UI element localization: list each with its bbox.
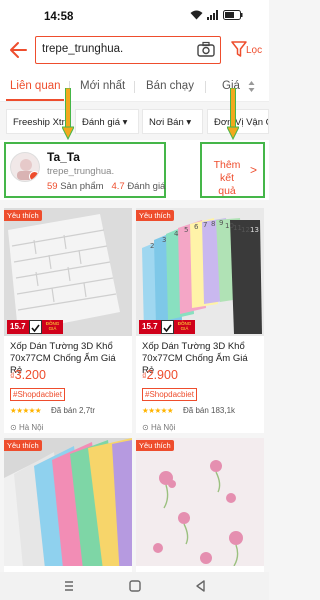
- swatch-number: 5: [184, 226, 188, 234]
- product-card[interactable]: Yêu thích 15.7 ĐỒNG GIÁ Xốp Dán Tường 3D…: [4, 208, 132, 433]
- tab-lien-quan[interactable]: Liên quan: [10, 80, 61, 92]
- verified-badge-icon: [29, 171, 39, 181]
- product-image: [4, 438, 132, 566]
- shop-name: Ta_Ta: [47, 150, 80, 164]
- tab-ban-chay[interactable]: Bán chạy: [146, 80, 194, 92]
- back-arrow-icon[interactable]: [8, 39, 30, 61]
- product-price: ₫2.900: [142, 368, 178, 382]
- sort-arrows-icon: [248, 81, 255, 92]
- wifi-icon: [190, 10, 203, 20]
- location-text: Hà Nội: [18, 423, 44, 432]
- product-card[interactable]: Yêu thích: [4, 438, 132, 574]
- favorite-badge: Yêu thích: [136, 440, 174, 451]
- sold-count: Đã bán 2,7tr: [51, 406, 96, 415]
- sold-count: Đã bán 183,1k: [183, 406, 236, 415]
- price-value: 3.200: [14, 368, 46, 382]
- chip-label: Đơn Vị Vận Chuyển: [214, 117, 268, 128]
- chip-label: Đánh giá: [82, 117, 121, 128]
- search-input[interactable]: trepe_trunghua.: [35, 36, 221, 64]
- camera-icon[interactable]: [197, 41, 215, 58]
- promo-badge: 15.7 ĐỒNG GIÁ: [7, 320, 63, 334]
- location-text: Hà Nội: [150, 423, 176, 432]
- shop-tag: #Shopdacbiet: [10, 388, 65, 401]
- more-results-label: Thêm kết quả: [213, 159, 241, 197]
- back-nav-icon[interactable]: [194, 579, 208, 593]
- location-pin-icon: ⊙: [142, 423, 149, 432]
- status-bar: 14:58: [0, 0, 269, 32]
- shop-rating: 4.7: [111, 181, 125, 192]
- product-grid: Yêu thích 15.7 ĐỒNG GIÁ Xốp Dán Tường 3D…: [0, 204, 269, 574]
- product-location: ⊙ Hà Nội: [142, 423, 175, 432]
- colorful-foam-image: [4, 438, 132, 566]
- swatch-number: 9: [219, 219, 223, 227]
- chip-danh-gia[interactable]: Đánh giá ▾: [75, 109, 139, 134]
- swatch-number: 7: [203, 221, 207, 229]
- promo-text: ĐỒNG GIÁ: [174, 320, 195, 334]
- rating-stars: ★★★★★: [142, 406, 174, 415]
- tab-moi-nhat[interactable]: Mới nhất: [80, 80, 125, 92]
- promo-text: ĐỒNG GIÁ: [42, 320, 63, 334]
- swatch-number: 12: [241, 226, 250, 234]
- swatch-number: 13: [250, 226, 259, 234]
- favorite-badge: Yêu thích: [4, 210, 42, 221]
- status-time: 14:58: [44, 11, 74, 23]
- funnel-icon: [231, 41, 247, 57]
- shop-avatar: [10, 152, 40, 182]
- product-image: [136, 438, 264, 566]
- favorite-badge: Yêu thích: [136, 210, 174, 221]
- swatch-number: 3: [162, 236, 166, 244]
- shop-card[interactable]: Ta_Ta trepe_trunghua. 59 Sản phẩm 4.7 Đá…: [4, 142, 166, 198]
- swatch-number: 8: [211, 220, 215, 228]
- tab-divider: [134, 81, 135, 93]
- swatch-number: 2: [150, 242, 154, 250]
- chip-label: Nơi Bán: [149, 117, 184, 128]
- filter-button[interactable]: Lọc: [229, 38, 267, 62]
- search-header: trepe_trunghua. Lọc: [0, 32, 269, 70]
- price-value: 2.900: [146, 368, 178, 382]
- promo-check-icon: [29, 320, 42, 334]
- rating-stars: ★★★★★: [10, 406, 42, 415]
- shop-rating-label: Đánh giá: [127, 181, 166, 192]
- favorite-badge: Yêu thích: [4, 440, 42, 451]
- system-nav-bar: [0, 572, 269, 600]
- shop-handle: trepe_trunghua.: [47, 166, 115, 177]
- filter-label: Lọc: [246, 45, 263, 56]
- promo-value: 15.7: [7, 320, 29, 334]
- home-icon[interactable]: [128, 579, 142, 593]
- annotation-arrow-down-icon: [227, 88, 239, 140]
- promo-check-icon: [161, 320, 174, 334]
- wall-foam-swatches-image: 2 3 4 5 6 7 8 9 10 11 12 13: [136, 208, 264, 336]
- shop-stats: 59 Sản phẩm 4.7 Đánh giá: [47, 181, 165, 192]
- promo-badge: 15.7 ĐỒNG GIÁ: [139, 320, 195, 334]
- more-results-button[interactable]: Thêm kết quả >: [200, 142, 265, 198]
- chevron-right-icon: >: [250, 163, 258, 177]
- product-price: ₫3.200: [10, 368, 46, 382]
- swatch-number: 6: [194, 223, 199, 231]
- chevron-down-icon: ▾: [186, 117, 192, 128]
- swatch-number: 4: [174, 230, 179, 238]
- shop-result: Ta_Ta trepe_trunghua. 59 Sản phẩm 4.7 Đá…: [0, 140, 269, 200]
- shop-tag: #Shopdacbiet: [142, 388, 197, 401]
- chevron-down-icon: ▾: [122, 117, 128, 128]
- location-pin-icon: ⊙: [10, 423, 17, 432]
- search-query[interactable]: trepe_trunghua.: [42, 43, 123, 55]
- battery-icon: [223, 10, 243, 20]
- product-location: ⊙ Hà Nội: [10, 423, 43, 432]
- active-tab-indicator: [6, 99, 64, 101]
- shop-product-label: Sản phẩm: [60, 181, 104, 192]
- signal-icon: [207, 10, 218, 20]
- shop-product-count: 59: [47, 181, 58, 192]
- recent-apps-icon[interactable]: [62, 579, 76, 593]
- promo-value: 15.7: [139, 320, 161, 334]
- tab-divider: [205, 81, 206, 93]
- product-card[interactable]: Yêu thích: [136, 438, 264, 574]
- product-image: [4, 208, 132, 336]
- product-image: 2 3 4 5 6 7 8 9 10 11 12 13: [136, 208, 264, 336]
- chip-noi-ban[interactable]: Nơi Bán ▾: [142, 109, 203, 134]
- product-card[interactable]: 2 3 4 5 6 7 8 9 10 11 12 13 Yêu thích 15…: [136, 208, 264, 433]
- floral-foam-image: [136, 438, 264, 566]
- annotation-arrow-down-icon: [62, 88, 74, 140]
- status-icons: [190, 10, 243, 20]
- wall-foam-image: [4, 208, 132, 336]
